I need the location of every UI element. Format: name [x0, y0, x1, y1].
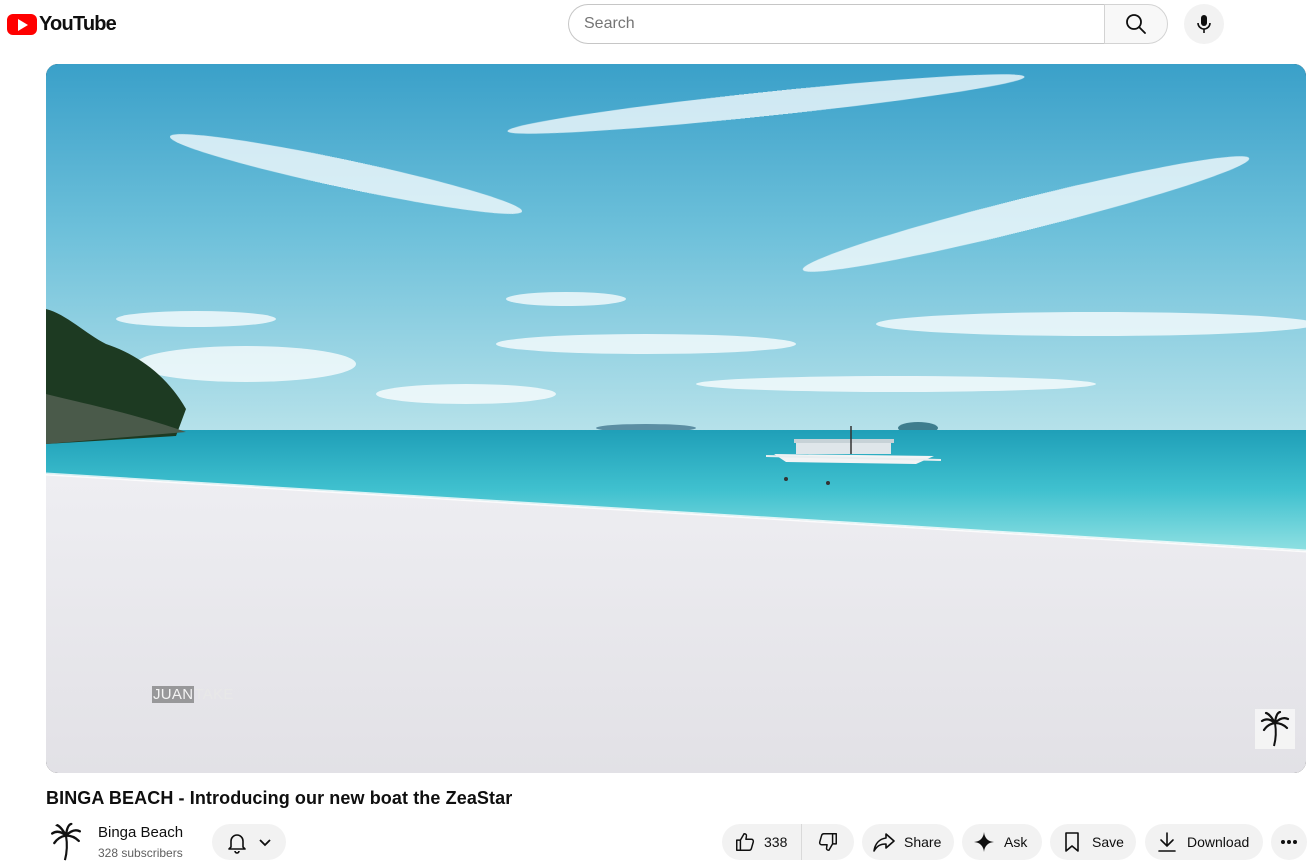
channel-watermark[interactable] [1255, 709, 1295, 749]
search-input[interactable] [584, 15, 1105, 33]
watermark-part2: TAKE [194, 686, 234, 703]
bookmark-icon [1065, 832, 1079, 852]
sparkle-icon [974, 832, 994, 852]
notification-button[interactable] [212, 824, 286, 860]
youtube-logo[interactable]: YouTube [7, 12, 117, 35]
voice-search-button[interactable] [1184, 4, 1224, 44]
video-watermark: JUANTAKE [152, 686, 234, 703]
palm-tree-icon [1260, 711, 1290, 747]
ask-label: Ask [1004, 834, 1028, 850]
palm-tree-icon [50, 822, 82, 861]
microphone-icon [1197, 15, 1211, 33]
masthead: YouTube [0, 0, 1315, 48]
logo-text: YouTube [39, 12, 117, 35]
video-title: BINGA BEACH - Introducing our new boat t… [46, 788, 513, 808]
video-player[interactable]: JUANTAKE [46, 64, 1306, 773]
thumbs-up-icon [736, 833, 755, 851]
watermark-part1: JUAN [152, 686, 195, 703]
like-button[interactable]: 338 [722, 824, 802, 860]
share-icon [873, 833, 895, 852]
ask-button[interactable]: Ask [962, 824, 1042, 860]
more-actions-button[interactable] [1271, 824, 1307, 860]
search-button[interactable] [1104, 4, 1168, 44]
channel-name[interactable]: Binga Beach [98, 824, 183, 841]
chevron-down-icon [259, 839, 271, 847]
share-label: Share [904, 834, 942, 850]
bell-icon [228, 834, 246, 854]
video-frame [46, 64, 1306, 773]
thumbs-down-icon [818, 833, 837, 851]
youtube-play-icon [7, 13, 37, 35]
share-button[interactable]: Share [862, 824, 954, 860]
download-button[interactable]: Download [1145, 824, 1263, 860]
save-label: Save [1092, 834, 1124, 850]
like-dislike-group: 338 [722, 824, 854, 860]
more-horizontal-icon [1281, 840, 1297, 844]
search-box [568, 4, 1105, 44]
download-label: Download [1187, 834, 1250, 850]
download-icon [1158, 832, 1176, 852]
dislike-button[interactable] [802, 824, 854, 860]
search-icon [1126, 14, 1146, 34]
like-count: 338 [764, 834, 788, 850]
channel-avatar[interactable] [46, 822, 86, 862]
subscriber-count: 328 subscribers [98, 846, 183, 860]
save-button[interactable]: Save [1050, 824, 1136, 860]
